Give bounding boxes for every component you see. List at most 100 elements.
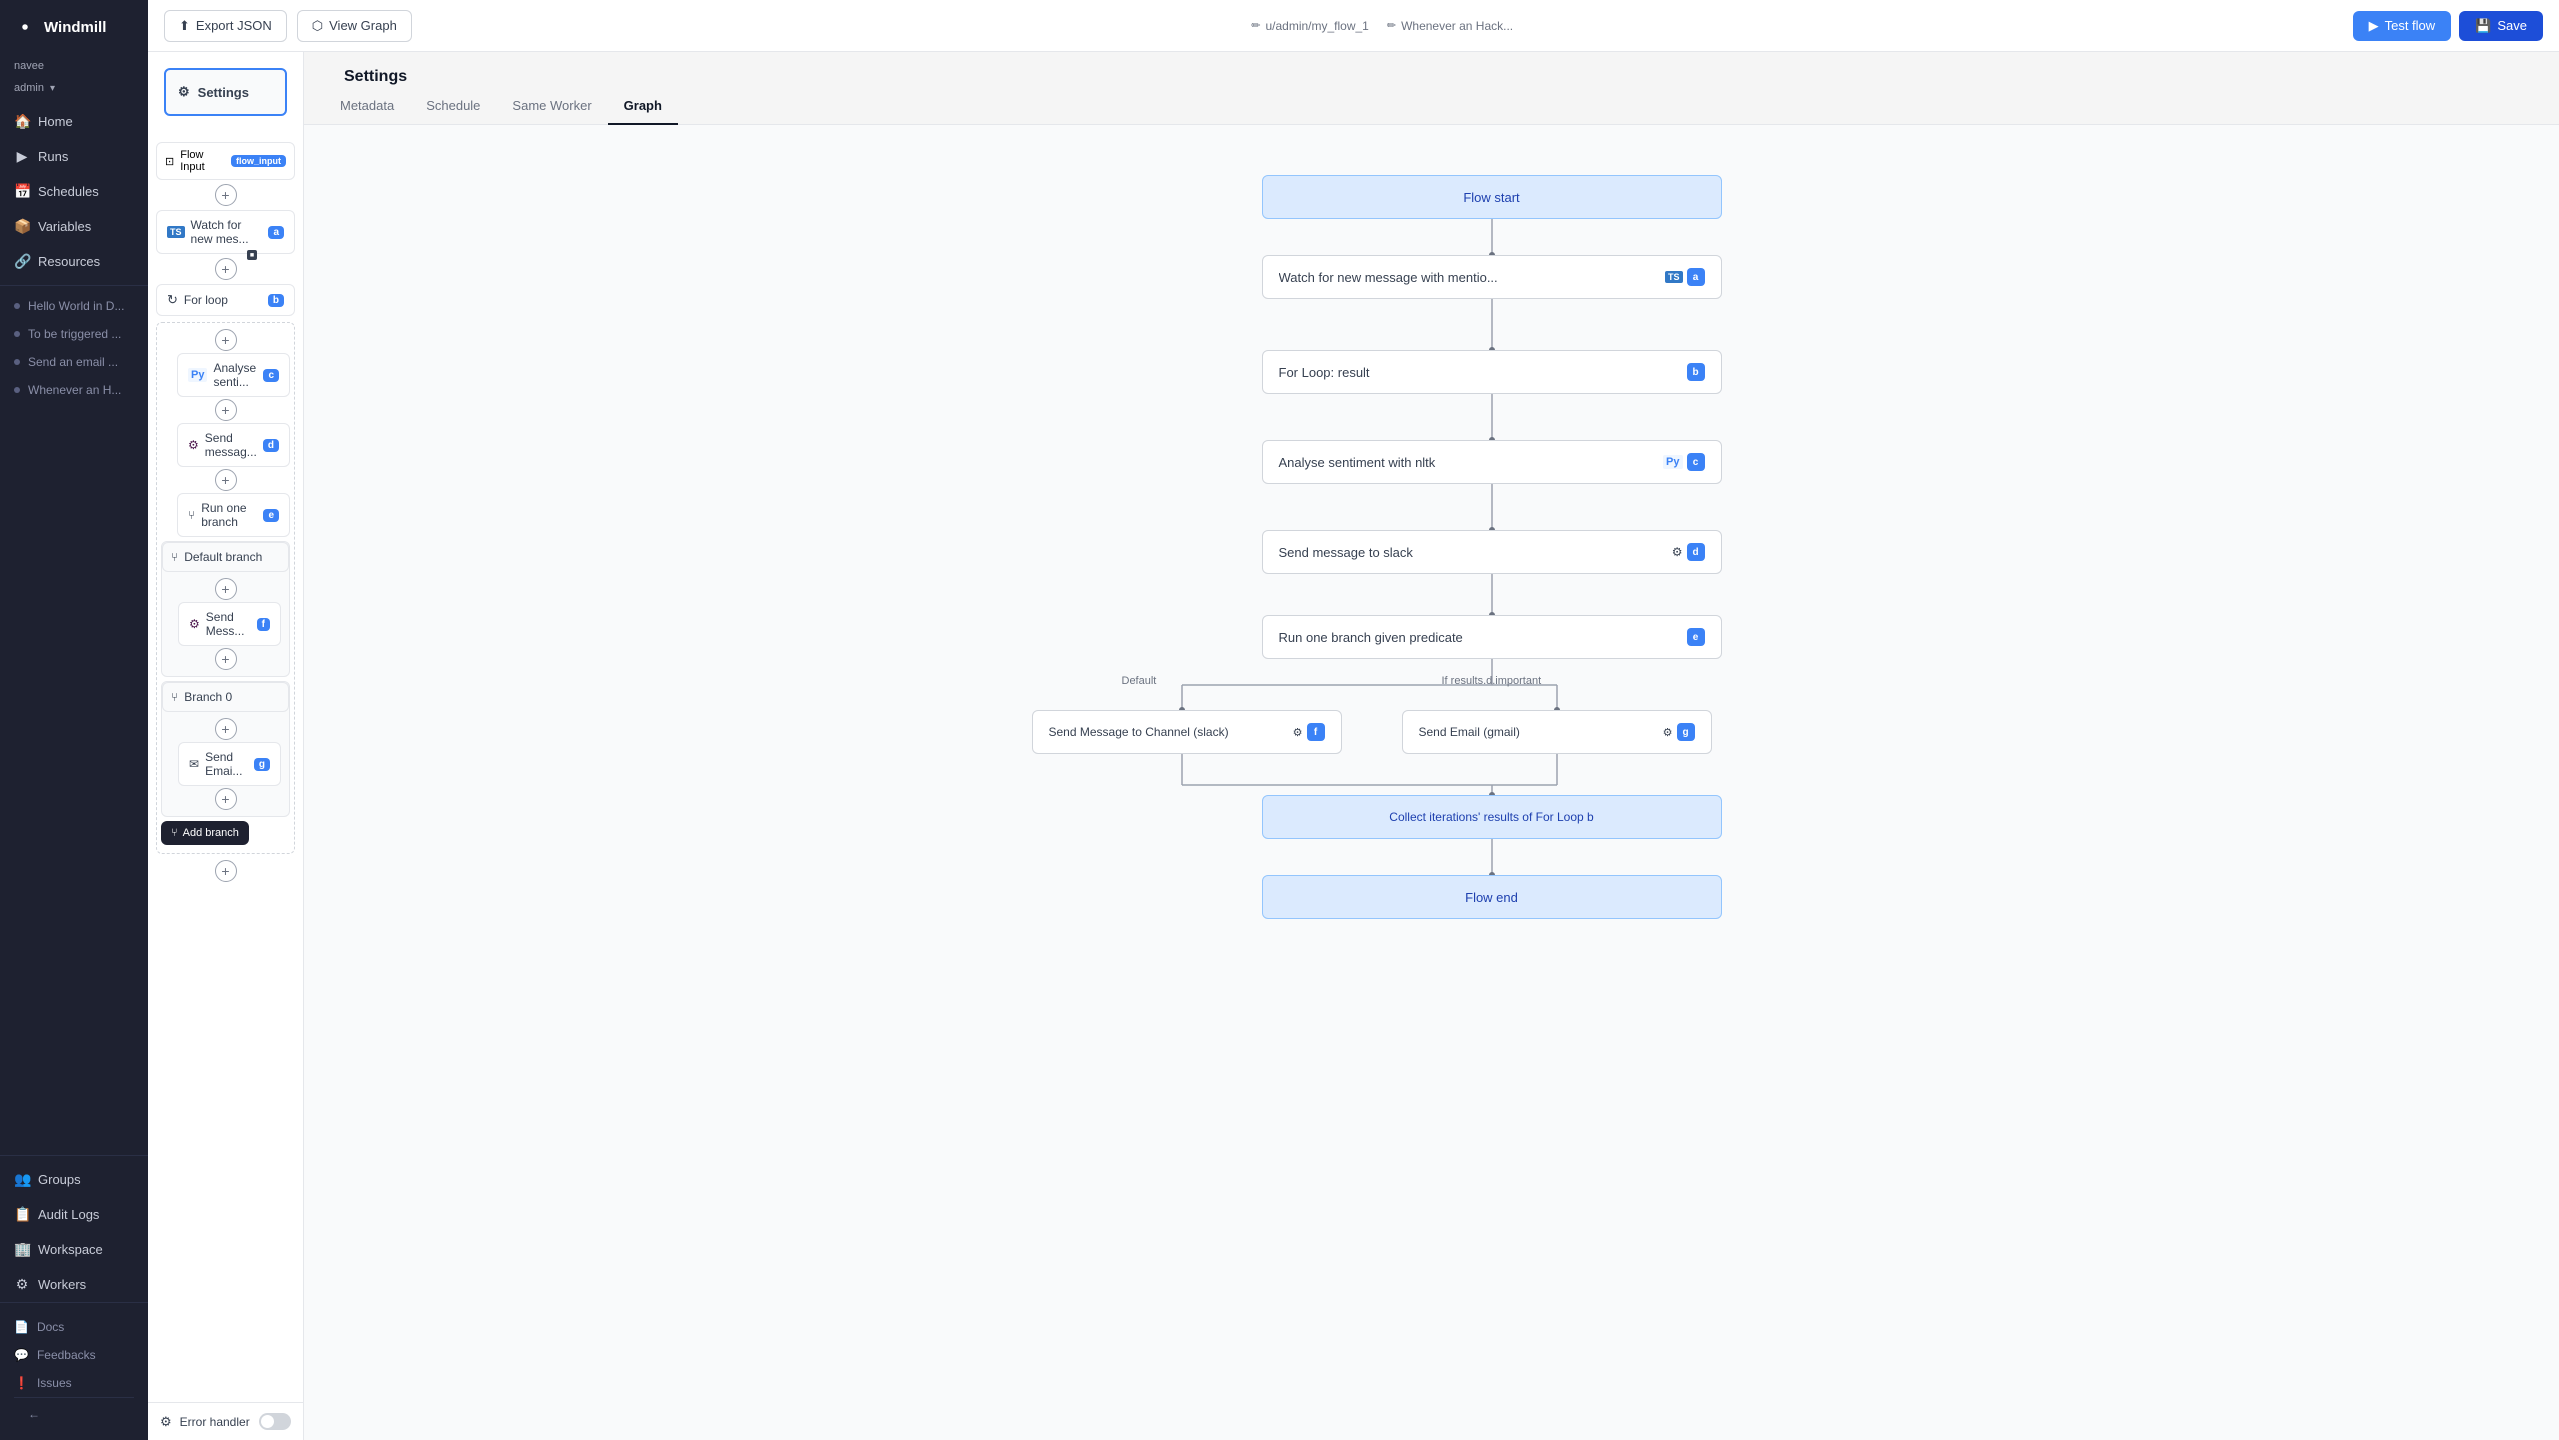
add-in-branch0-button[interactable]: + xyxy=(215,718,237,740)
workers-icon: ⚙ xyxy=(14,1276,30,1293)
add-in-default-button[interactable]: + xyxy=(215,578,237,600)
graph-node-e[interactable]: Run one branch given predicate e xyxy=(1262,615,1722,659)
sidebar-item-runs[interactable]: ▶ Runs xyxy=(0,139,148,174)
tab-schedule[interactable]: Schedule xyxy=(410,88,496,125)
default-branch-label: Default xyxy=(1122,675,1157,687)
sidebar-item-hello-world[interactable]: Hello World in D... xyxy=(0,292,148,320)
branch-0-header[interactable]: ⑂ Branch 0 xyxy=(162,682,289,712)
node-g-item[interactable]: ✉ Send Emai... g xyxy=(178,742,281,786)
graph-node-g[interactable]: Send Email (gmail) ⚙ g xyxy=(1402,710,1712,754)
node-c-badge-group: Py c xyxy=(1663,453,1704,471)
test-flow-label: Test flow xyxy=(2385,18,2436,33)
node-e-item[interactable]: ⑂ Run one branch e xyxy=(177,493,290,537)
branch-header-icon: ⑂ xyxy=(171,550,178,564)
app-logo[interactable]: Windmill xyxy=(0,0,148,54)
sidebar-item-to-be-triggered[interactable]: To be triggered ... xyxy=(0,320,148,348)
back-button[interactable]: ← xyxy=(14,1397,134,1430)
sidebar-item-label: Audit Logs xyxy=(38,1207,99,1222)
node-a-item[interactable]: TS Watch for new mes... a xyxy=(156,210,295,254)
graph-node-f[interactable]: Send Message to Channel (slack) ⚙ f xyxy=(1032,710,1342,754)
tab-graph[interactable]: Graph xyxy=(608,88,678,125)
test-flow-button[interactable]: ▶ Test flow xyxy=(2353,11,2452,41)
settings-label: Settings xyxy=(198,85,249,100)
view-graph-button[interactable]: ⬡ View Graph xyxy=(297,10,412,42)
graph-node-b[interactable]: For Loop: result b xyxy=(1262,350,1722,394)
node-b-item[interactable]: ↻ For loop b xyxy=(156,284,295,316)
default-branch-label: Default branch xyxy=(184,550,262,564)
topbar: ⬆ Export JSON ⬡ View Graph ✏ u/admin/my_… xyxy=(148,0,2559,52)
sidebar-item-label: Workers xyxy=(38,1277,86,1292)
settings-icon: ⚙ xyxy=(178,84,190,100)
default-branch-header[interactable]: ⑂ Default branch xyxy=(162,542,289,572)
add-after-c-button[interactable]: + xyxy=(215,399,237,421)
node-e-badge-group: e xyxy=(1687,628,1705,646)
back-icon: ← xyxy=(28,1407,40,1421)
add-after-d-button[interactable]: + xyxy=(215,469,237,491)
node-b-badge-group: b xyxy=(1687,363,1705,381)
tab-metadata[interactable]: Metadata xyxy=(324,88,410,125)
node-e-graph-label: Run one branch given predicate xyxy=(1279,630,1687,645)
flow-input-item[interactable]: ⊡ Flow Input flow_input xyxy=(156,142,295,180)
add-after-input-button[interactable]: + xyxy=(215,184,237,206)
user-section: navee xyxy=(0,54,148,82)
sidebar-item-variables[interactable]: 📦 Variables xyxy=(0,209,148,244)
sidebar-item-workers[interactable]: ⚙ Workers xyxy=(0,1267,148,1302)
node-d-letter: d xyxy=(1687,543,1705,561)
flow-path[interactable]: ✏ u/admin/my_flow_1 xyxy=(1251,19,1369,33)
sidebar-item-groups[interactable]: 👥 Groups xyxy=(0,1162,148,1197)
error-handler-toggle[interactable] xyxy=(259,1413,291,1430)
sidebar-item-schedules[interactable]: 📅 Schedules xyxy=(0,174,148,209)
node-a-badge: a xyxy=(268,226,284,239)
add-after-a-button[interactable]: + xyxy=(215,258,237,280)
save-button[interactable]: 💾 Save xyxy=(2459,11,2543,41)
node-f-badge-group: ⚙ f xyxy=(1293,723,1325,741)
sidebar-item-whenever-hack[interactable]: Whenever an H... xyxy=(0,376,148,404)
loop-icon: ↻ xyxy=(167,292,178,308)
collect-label: Collect iterations' results of For Loop … xyxy=(1389,810,1593,824)
sidebar-item-send-email[interactable]: Send an email ... xyxy=(0,348,148,376)
add-branch-icon: ⑂ xyxy=(171,827,178,839)
node-f-slack-icon: ⚙ xyxy=(1293,726,1303,739)
node-f-letter: f xyxy=(1307,723,1325,741)
node-a-label: Watch for new mes... xyxy=(191,218,263,246)
graph-node-a[interactable]: Watch for new message with mentio... TS … xyxy=(1262,255,1722,299)
add-after-loop-button[interactable]: + xyxy=(215,860,237,882)
export-json-button[interactable]: ⬆ Export JSON xyxy=(164,10,287,42)
audit-icon: 📋 xyxy=(14,1206,30,1223)
admin-section[interactable]: admin ▾ xyxy=(0,82,148,104)
trigger-pencil-icon: ✏ xyxy=(1387,19,1396,32)
trigger-path[interactable]: ✏ Whenever an Hack... xyxy=(1387,19,1513,33)
graph-node-c[interactable]: Analyse sentiment with nltk Py c xyxy=(1262,440,1722,484)
graph-node-d[interactable]: Send message to slack ⚙ d xyxy=(1262,530,1722,574)
sidebar-item-feedbacks[interactable]: 💬 Feedbacks xyxy=(14,1341,134,1369)
view-graph-label: View Graph xyxy=(329,18,397,33)
graph-node-flow-end: Flow end xyxy=(1262,875,1722,919)
node-g-graph-label: Send Email (gmail) xyxy=(1419,725,1663,739)
sidebar-item-audit-logs[interactable]: 📋 Audit Logs xyxy=(0,1197,148,1232)
sidebar-item-issues[interactable]: ❗ Issues xyxy=(14,1369,134,1397)
sidebar-item-workspace[interactable]: 🏢 Workspace xyxy=(0,1232,148,1267)
tab-same-worker[interactable]: Same Worker xyxy=(496,88,607,125)
sidebar-item-home[interactable]: 🏠 Home xyxy=(0,104,148,139)
add-in-loop-button[interactable]: + xyxy=(215,329,237,351)
node-d-item[interactable]: ⚙ Send messag... d xyxy=(177,423,290,467)
docs-icon: 📄 xyxy=(14,1320,29,1334)
add-branch-button[interactable]: ⑂ Add branch xyxy=(161,821,249,845)
content-area: ⚙ Settings ⊡ Flow Input flow_input + TS … xyxy=(148,52,2559,1440)
add-after-f-button[interactable]: + xyxy=(215,648,237,670)
node-f-item[interactable]: ⚙ Send Mess... f xyxy=(178,602,281,646)
trigger-text: Whenever an Hack... xyxy=(1401,19,1513,33)
node-c-item[interactable]: Py Analyse senti... c xyxy=(177,353,290,397)
node-d-badge: d xyxy=(263,439,279,452)
node-f-label: Send Mess... xyxy=(206,610,251,638)
node-a-graph-label: Watch for new message with mentio... xyxy=(1279,270,1665,285)
settings-header[interactable]: ⚙ Settings xyxy=(164,68,287,116)
sidebar-item-label: Send an email ... xyxy=(28,355,118,369)
sidebar-item-resources[interactable]: 🔗 Resources xyxy=(0,244,148,279)
windmill-logo-icon xyxy=(14,16,36,38)
sidebar-item-docs[interactable]: 📄 Docs xyxy=(14,1313,134,1341)
add-after-g-button[interactable]: + xyxy=(215,788,237,810)
dot-icon xyxy=(14,303,20,309)
for-loop-body: + Py Analyse senti... c + ⚙ Send messag.… xyxy=(156,322,295,854)
node-a-type-badge: ■ xyxy=(247,250,257,260)
